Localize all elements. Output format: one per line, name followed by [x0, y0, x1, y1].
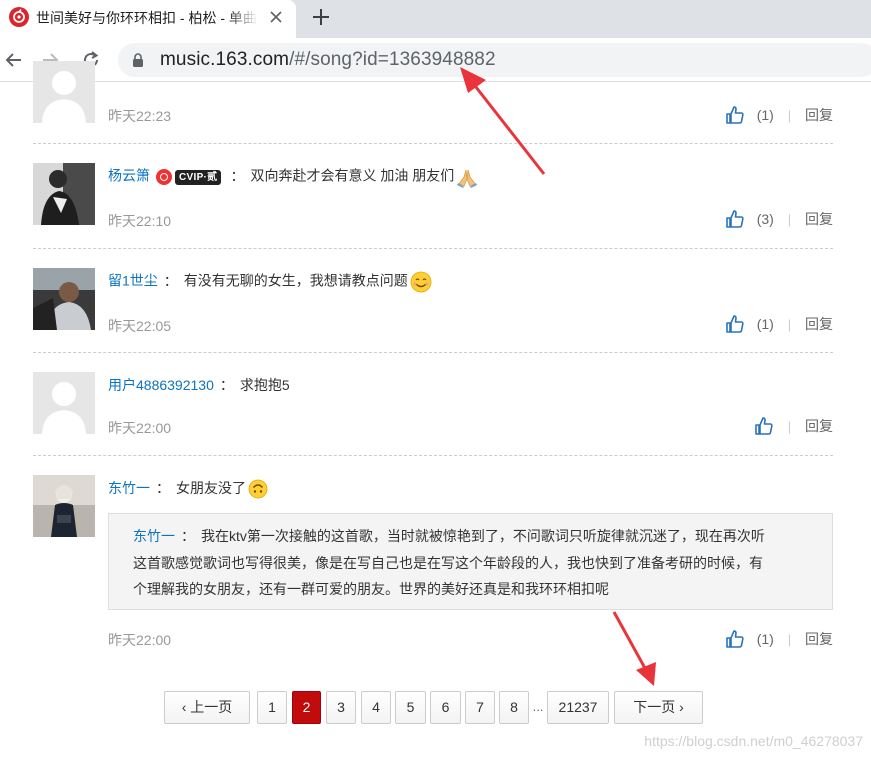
comment-divider	[33, 248, 833, 249]
page-button-1[interactable]: 1	[257, 691, 287, 724]
comment-item: 留1世尘 ： 有没有无聊的女生，我想请教点问题 昨天22:05 (1) | 回复	[33, 268, 833, 348]
comment-user-link[interactable]: 用户4886392130	[108, 377, 214, 393]
colon: ：	[219, 377, 234, 393]
musician-badge-icon[interactable]	[156, 169, 172, 185]
avatar[interactable]	[33, 372, 95, 434]
quote-line: 个理解我的女朋友，还有一群可爱的朋友。世界的美好还真是和我环环相扣呢	[133, 581, 609, 597]
comment-divider	[33, 352, 833, 353]
reply-button[interactable]: 回复	[805, 629, 833, 649]
avatar[interactable]	[33, 268, 95, 330]
comment-time: 昨天22:10	[108, 213, 172, 229]
quote-user-link[interactable]: 东竹一	[133, 528, 175, 544]
thumbs-up-icon[interactable]	[754, 416, 774, 436]
quote-line: 这首歌感觉歌词也写得很美，像是在写自己也是在写这个年龄段的人，我也快到了准备考研…	[133, 554, 763, 571]
back-arrow-icon[interactable]	[2, 48, 26, 72]
comment-time: 昨天22:23	[108, 108, 172, 124]
next-page-label: 下一页	[633, 699, 676, 715]
browser-tab-active[interactable]: 世间美好与你环环相扣 - 柏松 - 单曲 - 网易云音乐	[0, 0, 296, 38]
pray-emoji-icon	[457, 169, 478, 188]
page-button-3[interactable]: 3	[326, 691, 356, 724]
comment-actions: | 回复	[754, 416, 833, 436]
comment-text: 有没有无聊的女生，我想请教点问题	[183, 272, 408, 289]
divider: |	[787, 211, 792, 227]
comment-divider	[33, 143, 833, 144]
quoted-reply: 东竹一 ： 我在ktv第一次接触的这首歌，当时就被惊艳到了，不问歌词只听旋律就沉迷了…	[108, 513, 833, 610]
reply-button[interactable]: 回复	[805, 209, 833, 229]
comment-item: 杨云箫 CVIP·贰 ： 双向奔赴才会有意义 加油 朋友们 昨天22:10 (3) |…	[33, 163, 833, 243]
thumbs-up-icon[interactable]	[725, 629, 745, 649]
next-page-button[interactable]: 下一页 ›	[614, 691, 703, 724]
avatar[interactable]	[33, 61, 95, 123]
colon: ：	[230, 167, 245, 184]
page-button-7[interactable]: 7	[465, 691, 495, 724]
divider: |	[787, 107, 792, 123]
prev-page-label: 上一页	[190, 699, 233, 715]
chevron-right-icon: ›	[675, 699, 684, 715]
tab-title: 世间美好与你环环相扣 - 柏松 - 单曲 - 网易云音乐	[36, 10, 258, 26]
comment-actions: (1) | 回复	[725, 629, 833, 649]
comment-actions: (3) | 回复	[725, 209, 833, 229]
thumbs-up-icon[interactable]	[725, 314, 745, 334]
comment-time: 昨天22:05	[108, 318, 172, 334]
comment-text: 求抱抱5	[239, 377, 290, 393]
comment-user-link[interactable]: 留1世尘	[108, 273, 158, 289]
pagination: ‹ 上一页 1 2 3 4 5 6 7 8 ... 21237 下一页 ›	[0, 691, 871, 725]
vip-badge[interactable]: CVIP·贰	[175, 169, 222, 185]
csdn-watermark: https://blog.csdn.net/m0_46278037	[644, 733, 863, 749]
comment-text: 女朋友没了	[176, 480, 246, 496]
comment-user-link[interactable]: 东竹一	[108, 480, 150, 496]
thumbs-up-icon[interactable]	[725, 209, 745, 229]
comment-item: 东竹一 ： 女朋友没了 东竹一 ： 我在ktv第一次接触的这首歌，当时就被惊艳到了，不问…	[33, 475, 833, 665]
colon: ：	[181, 528, 195, 544]
colon: ：	[163, 272, 178, 289]
page-button-last[interactable]: 21237	[547, 691, 609, 724]
comment-item: 用户4886392130 ： 求抱抱5 昨天22:00 | 回复	[33, 372, 833, 452]
like-count: (1)	[756, 631, 774, 647]
page-button-8[interactable]: 8	[499, 691, 529, 724]
page-button-2-current[interactable]: 2	[292, 691, 321, 724]
quote-text: 我在ktv第一次接触的这首歌，当时就被惊艳到了，不问歌词只听旋律就沉迷了，现在再…	[201, 528, 765, 544]
reply-button[interactable]: 回复	[805, 416, 833, 436]
comment-actions: (1) | 回复	[725, 105, 833, 125]
comment-user-link[interactable]: 杨云箫	[108, 168, 150, 184]
comment-time: 昨天22:00	[108, 420, 172, 436]
comment-content: 杨云箫 CVIP·贰 ： 双向奔赴才会有意义 加油 朋友们	[108, 166, 478, 188]
comment-content: 东竹一 ： 女朋友没了	[108, 479, 268, 499]
comment-divider	[33, 455, 833, 456]
colon: ：	[156, 480, 170, 496]
comment-content: 用户4886392130 ： 求抱抱5	[108, 376, 290, 394]
close-tab-icon[interactable]	[265, 6, 287, 28]
page-button-5[interactable]: 5	[395, 691, 426, 724]
upside-down-emoji-icon	[248, 479, 268, 499]
avatar[interactable]	[33, 475, 95, 537]
comment-actions: (1) | 回复	[725, 314, 833, 334]
comment-content: 留1世尘 ： 有没有无聊的女生，我想请教点问题	[108, 271, 432, 293]
comment-time: 昨天22:00	[108, 632, 172, 648]
reply-button[interactable]: 回复	[805, 105, 833, 125]
divider: |	[787, 418, 792, 434]
chevron-left-icon: ‹	[181, 699, 191, 715]
divider: |	[787, 316, 792, 332]
page-button-4[interactable]: 4	[361, 691, 391, 724]
page-ellipsis: ...	[532, 699, 544, 714]
thumbs-up-icon[interactable]	[725, 105, 745, 125]
quote-line: 东竹一 ： 我在ktv第一次接触的这首歌，当时就被惊艳到了，不问歌词只听旋律就沉迷了…	[133, 523, 808, 550]
new-tab-icon[interactable]	[308, 4, 334, 30]
like-count: (1)	[756, 107, 774, 123]
comment-item: 昨天22:23 (1) | 回复	[33, 61, 833, 141]
avatar[interactable]	[33, 163, 95, 225]
divider: |	[787, 631, 792, 647]
comment-text: 双向奔赴才会有意义 加油 朋友们	[250, 167, 455, 184]
page-button-6[interactable]: 6	[430, 691, 461, 724]
netease-music-icon	[9, 7, 29, 27]
browser-tab-strip: 世间美好与你环环相扣 - 柏松 - 单曲 - 网易云音乐	[0, 0, 871, 38]
reply-button[interactable]: 回复	[805, 314, 833, 334]
prev-page-button[interactable]: ‹ 上一页	[164, 691, 250, 724]
like-count: (1)	[756, 316, 774, 332]
smile-emoji-icon	[410, 271, 432, 293]
like-count: (3)	[756, 211, 774, 227]
